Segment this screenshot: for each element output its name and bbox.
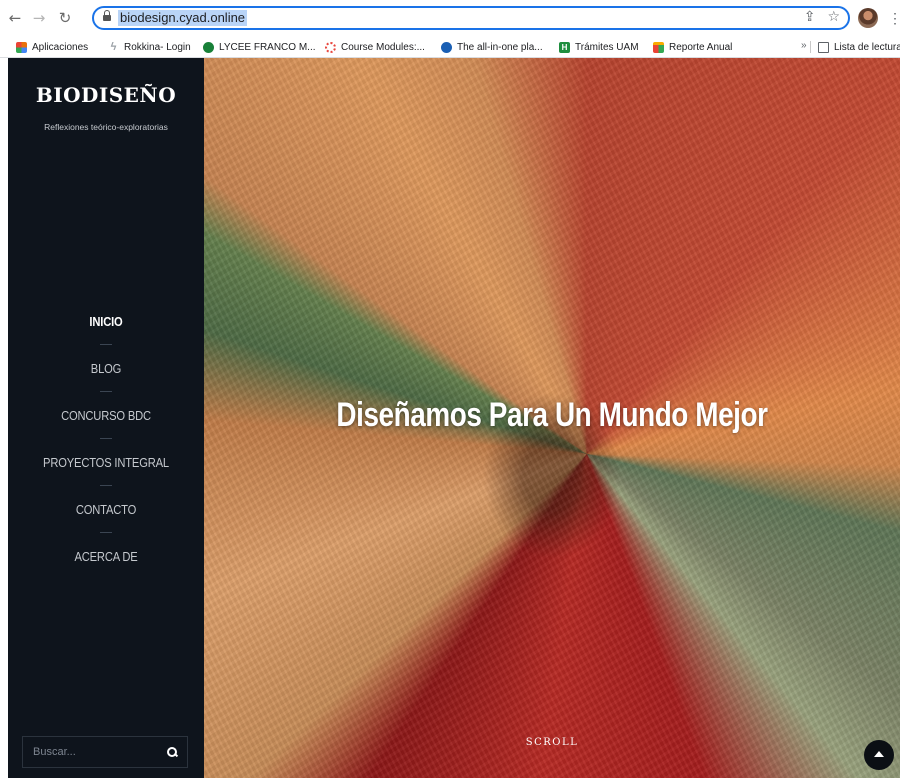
more-menu-icon[interactable]: ⋮ bbox=[888, 8, 900, 28]
address-bar[interactable]: biodesign.cyad.online ⇪ ☆ bbox=[92, 6, 850, 30]
uam-icon: H bbox=[559, 41, 570, 53]
lycee-icon bbox=[203, 41, 214, 53]
bookmark-uam[interactable]: H Trámites UAM bbox=[559, 39, 639, 55]
nav-link-inicio[interactable]: INICIO bbox=[22, 312, 191, 332]
bookmarks-bar: Aplicaciones ϟ Rokkina- Login LYCEE FRAN… bbox=[0, 36, 900, 58]
apps-grid-icon bbox=[16, 41, 27, 53]
sidebar: BIODISEÑO Reflexiones teórico-explorator… bbox=[8, 58, 204, 778]
search-icon[interactable] bbox=[167, 747, 177, 757]
reload-icon[interactable]: ↻ bbox=[56, 8, 74, 28]
share-icon[interactable]: ⇪ bbox=[804, 9, 816, 25]
website: BIODISEÑO Reflexiones teórico-explorator… bbox=[8, 58, 900, 778]
nav-link-concurso-bdc[interactable]: CONCURSO BDC bbox=[22, 406, 191, 426]
bookmark-star-icon[interactable]: ☆ bbox=[827, 9, 840, 25]
search-input[interactable] bbox=[23, 737, 153, 767]
profile-avatar[interactable] bbox=[858, 8, 878, 28]
hero-title: Diseñamos Para Un Mundo Mejor bbox=[336, 396, 768, 434]
search-box bbox=[22, 736, 188, 768]
address-bar-actions: ⇪ ☆ bbox=[804, 9, 840, 25]
nav-divider bbox=[100, 344, 112, 345]
reading-list-button[interactable]: Lista de lectura bbox=[818, 39, 900, 55]
main-nav: INICIO BLOG CONCURSO BDC PROYECTOS INTEG… bbox=[8, 312, 204, 594]
report-icon bbox=[653, 41, 664, 53]
platform-icon bbox=[441, 41, 452, 53]
nav-divider bbox=[100, 532, 112, 533]
bookmark-reporte[interactable]: Reporte Anual bbox=[653, 39, 732, 55]
nav-item-concurso: CONCURSO BDC bbox=[8, 406, 204, 453]
more-bookmarks-chevron[interactable]: » bbox=[801, 40, 807, 51]
scroll-indicator[interactable]: SCROLL bbox=[204, 737, 900, 748]
bookmark-platform[interactable]: The all-in-one pla... bbox=[441, 39, 543, 55]
nav-divider bbox=[100, 485, 112, 486]
site-logo[interactable]: BIODISEÑO bbox=[8, 83, 204, 107]
reading-list-icon bbox=[818, 41, 829, 53]
nav-item-contacto: CONTACTO bbox=[8, 500, 204, 547]
course-icon bbox=[325, 41, 336, 53]
browser-toolbar: ← → ↻ biodesign.cyad.online ⇪ ☆ ⋮ bbox=[0, 0, 900, 36]
bookmark-lycee[interactable]: LYCEE FRANCO M... bbox=[203, 39, 316, 55]
nav-link-acerca-de[interactable]: ACERCA DE bbox=[22, 547, 191, 567]
nav-link-contacto[interactable]: CONTACTO bbox=[22, 500, 191, 520]
rokkina-icon: ϟ bbox=[108, 41, 119, 53]
bookmark-course[interactable]: Course Modules:... bbox=[325, 39, 425, 55]
nav-divider bbox=[100, 391, 112, 392]
nav-item-proyectos: PROYECTOS INTEGRAL bbox=[8, 453, 204, 500]
forward-arrow-icon[interactable]: → bbox=[30, 8, 48, 28]
back-to-top-icon[interactable] bbox=[864, 740, 894, 770]
bookmark-rokkina[interactable]: ϟ Rokkina- Login bbox=[108, 39, 191, 55]
nav-item-acerca: ACERCA DE bbox=[8, 547, 204, 594]
nav-divider bbox=[100, 438, 112, 439]
bookmark-apps[interactable]: Aplicaciones bbox=[16, 39, 88, 55]
url-text[interactable]: biodesign.cyad.online bbox=[118, 10, 248, 26]
back-arrow-icon[interactable]: ← bbox=[6, 8, 24, 28]
hero-banner: Diseñamos Para Un Mundo Mejor SCROLL bbox=[204, 58, 900, 778]
nav-link-blog[interactable]: BLOG bbox=[22, 359, 191, 379]
lock-icon[interactable] bbox=[103, 10, 111, 23]
site-tagline: Reflexiones teórico-exploratorias bbox=[44, 122, 168, 132]
nav-item-blog: BLOG bbox=[8, 359, 204, 406]
nav-link-proyectos-integral[interactable]: PROYECTOS INTEGRAL bbox=[22, 453, 191, 473]
bookmarks-divider bbox=[810, 41, 811, 53]
nav-item-inicio: INICIO bbox=[8, 312, 204, 359]
